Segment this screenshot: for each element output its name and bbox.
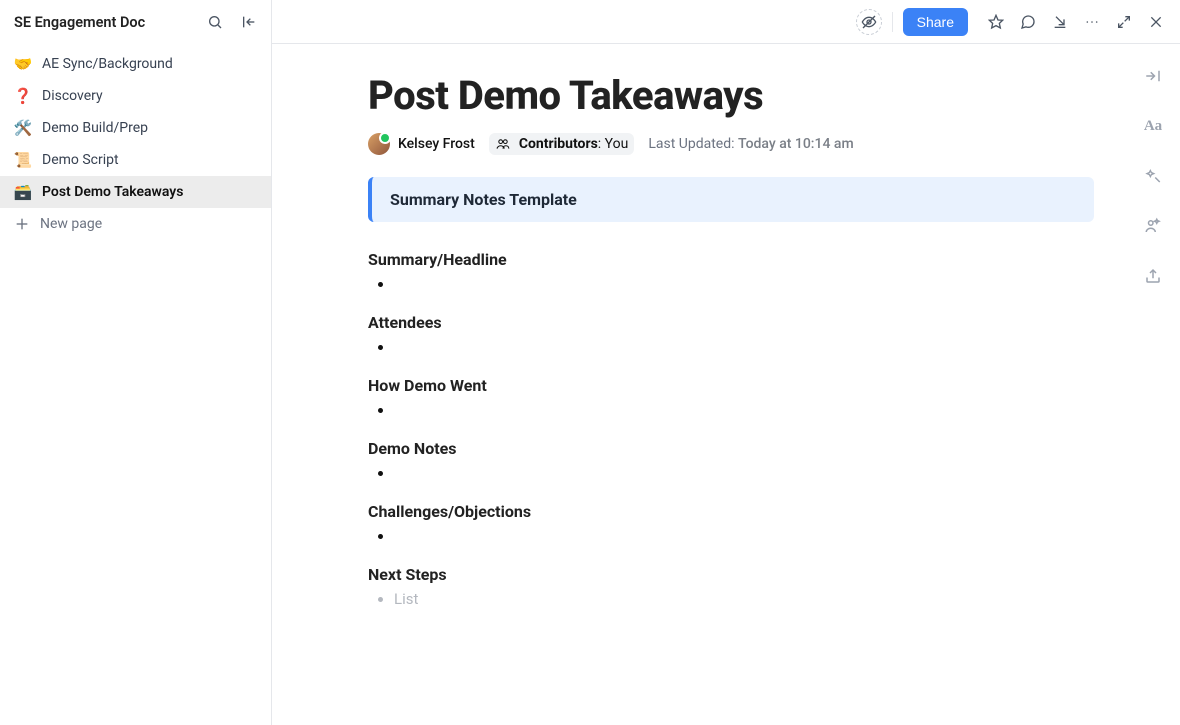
section-heading[interactable]: Attendees bbox=[368, 313, 1094, 332]
app-window: SE Engagement Doc 🤝 AE Sync/Background ❓ Di… bbox=[0, 0, 1180, 725]
owner-name: Kelsey Frost bbox=[398, 136, 475, 152]
comment-icon[interactable] bbox=[1014, 8, 1042, 36]
list-item[interactable]: List bbox=[394, 588, 1094, 610]
ai-sparkle-icon[interactable] bbox=[1139, 162, 1167, 190]
section-heading[interactable]: Challenges/Objections bbox=[368, 502, 1094, 521]
search-icon[interactable] bbox=[201, 8, 229, 36]
close-icon[interactable] bbox=[1142, 8, 1170, 36]
bullet-list[interactable]: . bbox=[368, 462, 1094, 484]
list-item[interactable]: . bbox=[394, 399, 1094, 421]
bullet-list[interactable]: . bbox=[368, 525, 1094, 547]
sidebar-header: SE Engagement Doc bbox=[0, 0, 271, 44]
section-heading[interactable]: How Demo Went bbox=[368, 376, 1094, 395]
section-list: Summary/Headline. Attendees. How Demo Went… bbox=[368, 250, 1094, 610]
section-heading[interactable]: Next Steps bbox=[368, 565, 1094, 584]
page-emoji-icon: 📜 bbox=[14, 151, 32, 169]
sidebar-item[interactable]: ❓ Discovery bbox=[0, 80, 271, 112]
sidebar-item[interactable]: 🛠️ Demo Build/Prep bbox=[0, 112, 271, 144]
sidebar-item-label: AE Sync/Background bbox=[42, 54, 173, 74]
export-icon[interactable] bbox=[1139, 262, 1167, 290]
list-item[interactable]: . bbox=[394, 525, 1094, 547]
sidebar-item[interactable]: 🤝 AE Sync/Background bbox=[0, 48, 271, 80]
sidebar-item[interactable]: 📜 Demo Script bbox=[0, 144, 271, 176]
list-item[interactable]: . bbox=[394, 336, 1094, 358]
sidebar-nav: 🤝 AE Sync/Background ❓ Discovery 🛠️ Demo Buil… bbox=[0, 44, 271, 244]
avatar bbox=[368, 133, 390, 155]
bullet-list[interactable]: . bbox=[368, 273, 1094, 295]
sidebar: SE Engagement Doc 🤝 AE Sync/Background ❓ Di… bbox=[0, 0, 272, 725]
typography-icon[interactable]: Aa bbox=[1139, 112, 1167, 140]
main: Post Demo Takeaways Kelsey Frost Contrib… bbox=[272, 44, 1180, 725]
sidebar-item-label: Discovery bbox=[42, 86, 103, 106]
privacy-toggle-icon[interactable] bbox=[856, 9, 882, 35]
plus-icon bbox=[14, 216, 30, 232]
people-icon bbox=[495, 137, 511, 151]
contributors-chip[interactable]: Contributors: You bbox=[489, 133, 635, 155]
sidebar-item-label: Post Demo Takeaways bbox=[42, 182, 183, 202]
contributors-label: Contributors: You bbox=[519, 136, 629, 152]
download-icon[interactable] bbox=[1046, 8, 1074, 36]
section-heading[interactable]: Summary/Headline bbox=[368, 250, 1094, 269]
doc-meta: Kelsey Frost Contributors: You Last Upda… bbox=[368, 133, 1094, 155]
callout-text: Summary Notes Template bbox=[390, 190, 577, 209]
section-heading[interactable]: Demo Notes bbox=[368, 439, 1094, 458]
list-item[interactable]: . bbox=[394, 273, 1094, 295]
sidebar-item[interactable]: 🗃️ Post Demo Takeaways bbox=[0, 176, 271, 208]
new-page-button[interactable]: New page bbox=[0, 208, 271, 240]
list-item[interactable]: . bbox=[394, 462, 1094, 484]
page-emoji-icon: 🤝 bbox=[14, 55, 32, 73]
page-emoji-icon: ❓ bbox=[14, 87, 32, 105]
page-title[interactable]: Post Demo Takeaways bbox=[368, 72, 1094, 119]
last-updated: Last Updated: Today at 10:14 am bbox=[648, 136, 853, 152]
owner-chip[interactable]: Kelsey Frost bbox=[368, 133, 475, 155]
bullet-list[interactable]: . bbox=[368, 399, 1094, 421]
callout-block[interactable]: Summary Notes Template bbox=[368, 177, 1094, 222]
expand-right-icon[interactable] bbox=[1139, 62, 1167, 90]
sidebar-item-label: Demo Build/Prep bbox=[42, 118, 148, 138]
bullet-list[interactable]: . bbox=[368, 336, 1094, 358]
share-button[interactable]: Share bbox=[903, 8, 968, 36]
star-icon[interactable] bbox=[982, 8, 1010, 36]
expand-icon[interactable] bbox=[1110, 8, 1138, 36]
topbar-divider bbox=[892, 12, 893, 32]
sidebar-item-label: Demo Script bbox=[42, 150, 119, 170]
collapse-sidebar-icon[interactable] bbox=[235, 8, 263, 36]
page-emoji-icon: 🗃️ bbox=[14, 183, 32, 201]
document-content[interactable]: Post Demo Takeaways Kelsey Frost Contrib… bbox=[272, 44, 1126, 725]
ai-people-icon[interactable] bbox=[1139, 212, 1167, 240]
right-rail: Aa bbox=[1126, 44, 1180, 725]
workspace-title[interactable]: SE Engagement Doc bbox=[14, 14, 195, 31]
more-options-icon[interactable] bbox=[1078, 8, 1106, 36]
page-emoji-icon: 🛠️ bbox=[14, 119, 32, 137]
topbar: Share bbox=[272, 0, 1180, 44]
new-page-label: New page bbox=[40, 214, 102, 234]
bullet-list[interactable]: List bbox=[368, 588, 1094, 610]
